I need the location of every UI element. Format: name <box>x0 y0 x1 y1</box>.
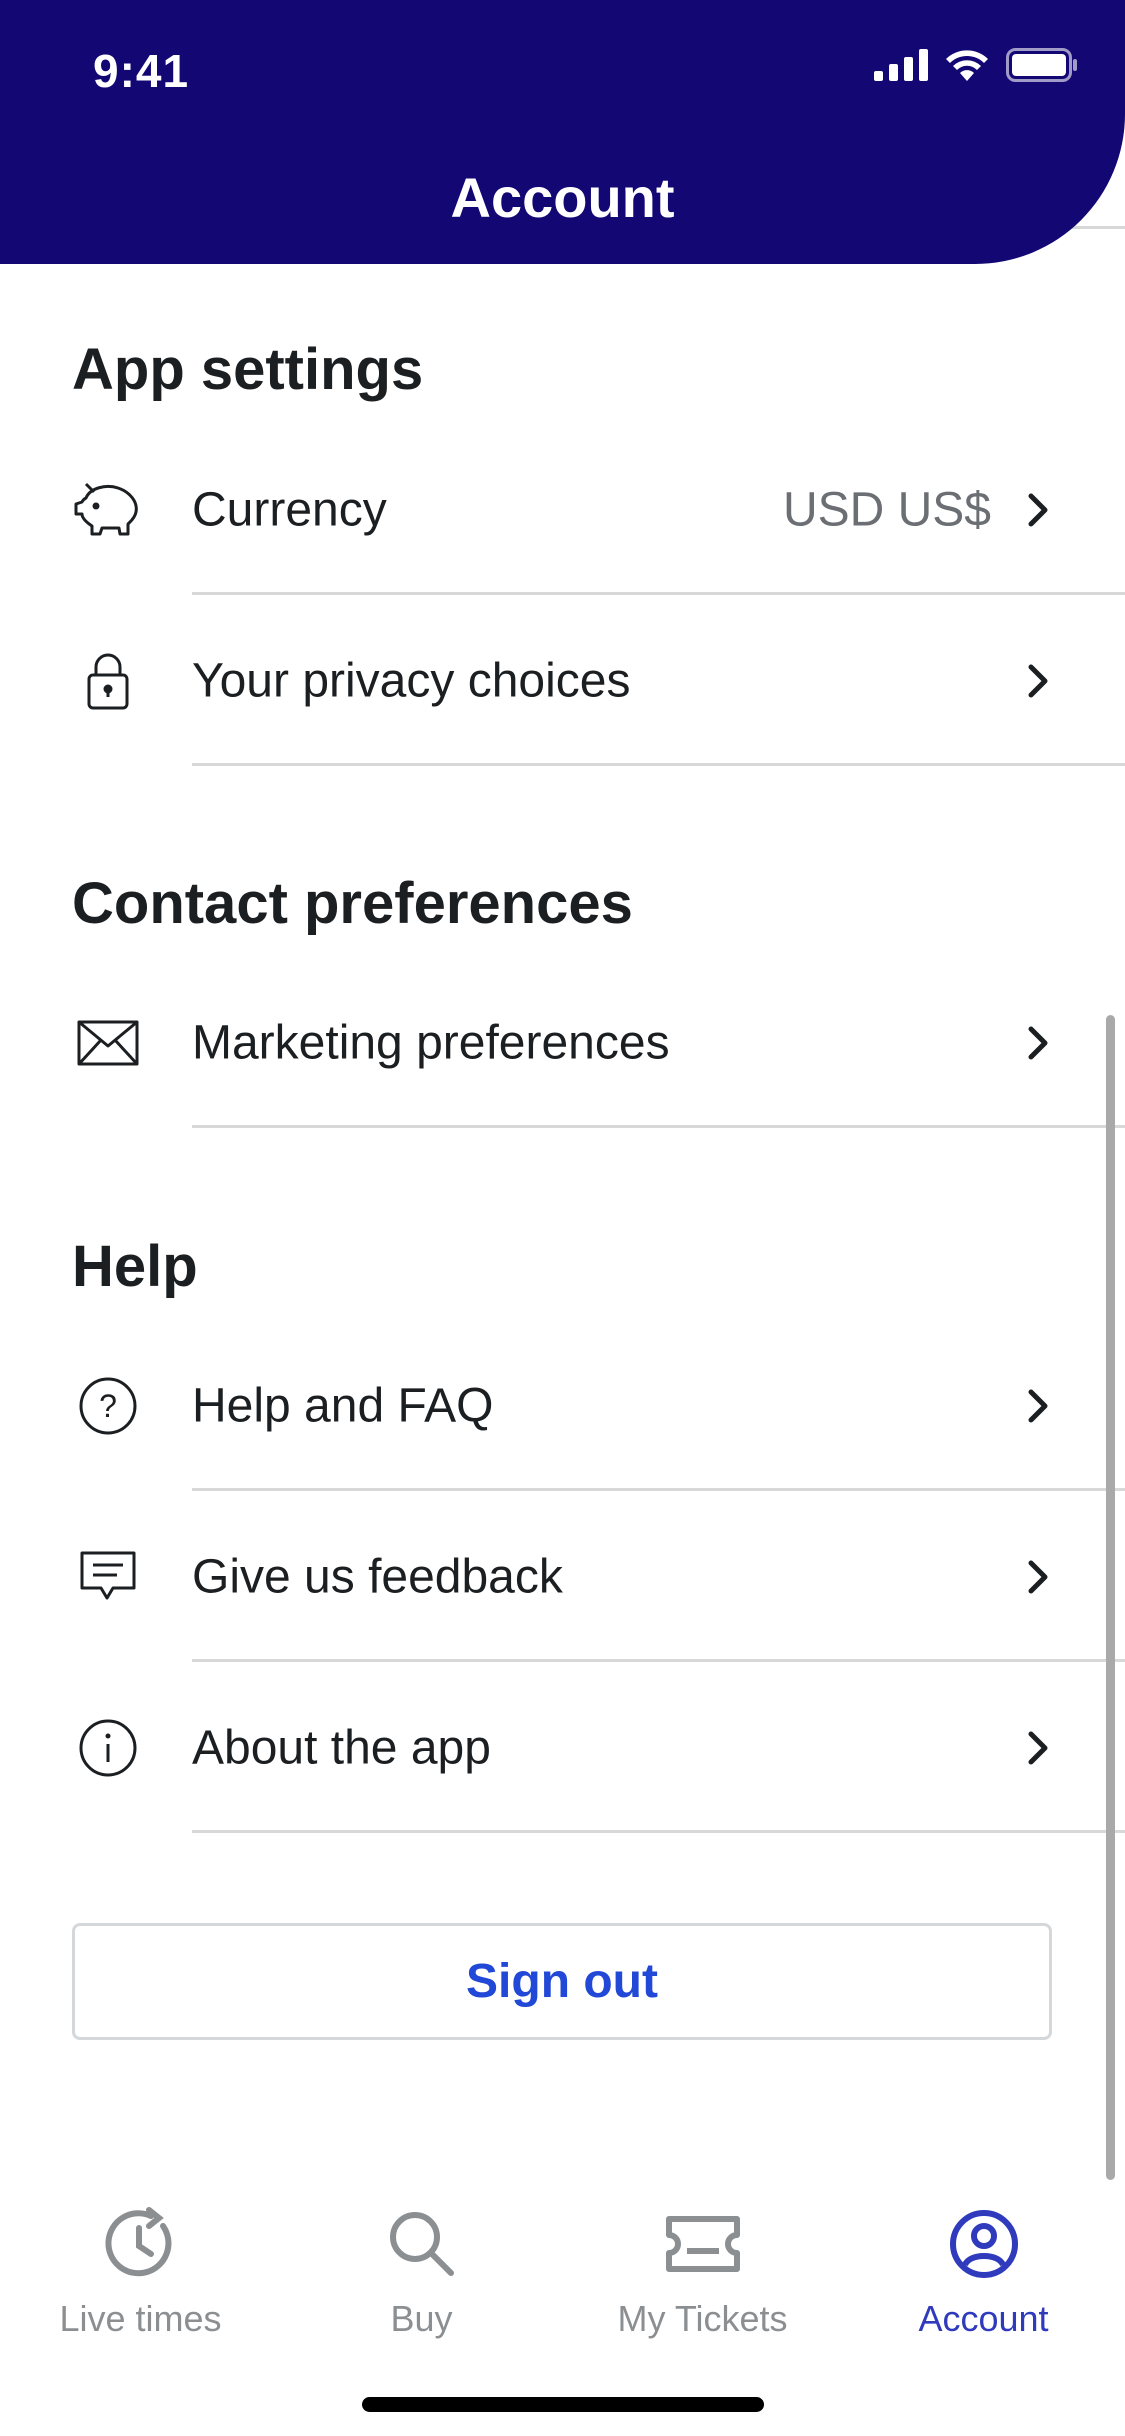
chevron-right-icon <box>1023 1386 1053 1426</box>
tab-my-tickets[interactable]: My Tickets <box>562 2204 843 2344</box>
chevron-right-icon <box>1023 490 1053 530</box>
help-faq-label: Help and FAQ <box>192 1379 494 1432</box>
section-heading-contact-preferences: Contact preferences <box>72 871 633 936</box>
currency-label: Currency <box>192 483 387 536</box>
home-indicator <box>362 2397 764 2412</box>
help-faq-row[interactable]: ? Help and FAQ <box>0 1320 1125 1491</box>
page-title: Account <box>450 166 675 229</box>
scrollbar[interactable] <box>1106 1015 1115 2180</box>
app-header: 9:41 Account <box>0 0 1125 264</box>
sign-out-button[interactable]: Sign out <box>72 1923 1052 2040</box>
battery-icon <box>1006 48 1078 87</box>
tab-label: My Tickets <box>617 2298 788 2339</box>
chevron-right-icon <box>1023 1557 1053 1597</box>
tab-account[interactable]: Account <box>843 2204 1124 2344</box>
section-heading-help: Help <box>72 1234 198 1299</box>
chevron-right-icon <box>1023 1728 1053 1768</box>
row-divider <box>192 763 1125 766</box>
account-icon <box>944 2204 1024 2284</box>
svg-text:?: ? <box>99 1388 117 1424</box>
tab-live-times[interactable]: Live times <box>0 2204 281 2344</box>
tab-label: Account <box>918 2298 1049 2339</box>
marketing-preferences-label: Marketing preferences <box>192 1016 670 1069</box>
info-circle-icon <box>70 1710 146 1786</box>
about-app-label: About the app <box>192 1721 491 1774</box>
feedback-row[interactable]: Give us feedback <box>0 1491 1125 1662</box>
chevron-right-icon <box>1023 661 1053 701</box>
status-time: 9:41 <box>93 45 190 97</box>
row-divider <box>192 1830 1125 1833</box>
wifi-icon <box>944 48 990 87</box>
lock-icon <box>70 643 146 719</box>
piggy-bank-icon <box>70 472 146 548</box>
tab-label: Buy <box>390 2298 453 2339</box>
search-icon <box>382 2204 462 2284</box>
privacy-choices-label: Your privacy choices <box>192 654 631 707</box>
clock-icon <box>101 2204 181 2284</box>
section-heading-app-settings: App settings <box>72 337 424 402</box>
ticket-icon <box>663 2204 743 2284</box>
privacy-choices-row[interactable]: Your privacy choices <box>0 595 1125 766</box>
feedback-label: Give us feedback <box>192 1550 563 1603</box>
cellular-signal-icon <box>874 49 928 86</box>
row-divider <box>192 1125 1125 1128</box>
currency-value: USD US$ <box>782 483 991 536</box>
chevron-right-icon <box>1023 1023 1053 1063</box>
marketing-preferences-row[interactable]: Marketing preferences <box>0 957 1125 1128</box>
status-icons <box>874 48 1078 87</box>
tab-label: Live times <box>59 2298 222 2339</box>
tab-buy[interactable]: Buy <box>281 2204 562 2344</box>
chat-bubble-icon <box>70 1539 146 1615</box>
about-app-row[interactable]: About the app <box>0 1662 1125 1833</box>
question-circle-icon: ? <box>70 1368 146 1444</box>
envelope-icon <box>70 1005 146 1081</box>
currency-row[interactable]: Currency USD US$ <box>0 424 1125 595</box>
